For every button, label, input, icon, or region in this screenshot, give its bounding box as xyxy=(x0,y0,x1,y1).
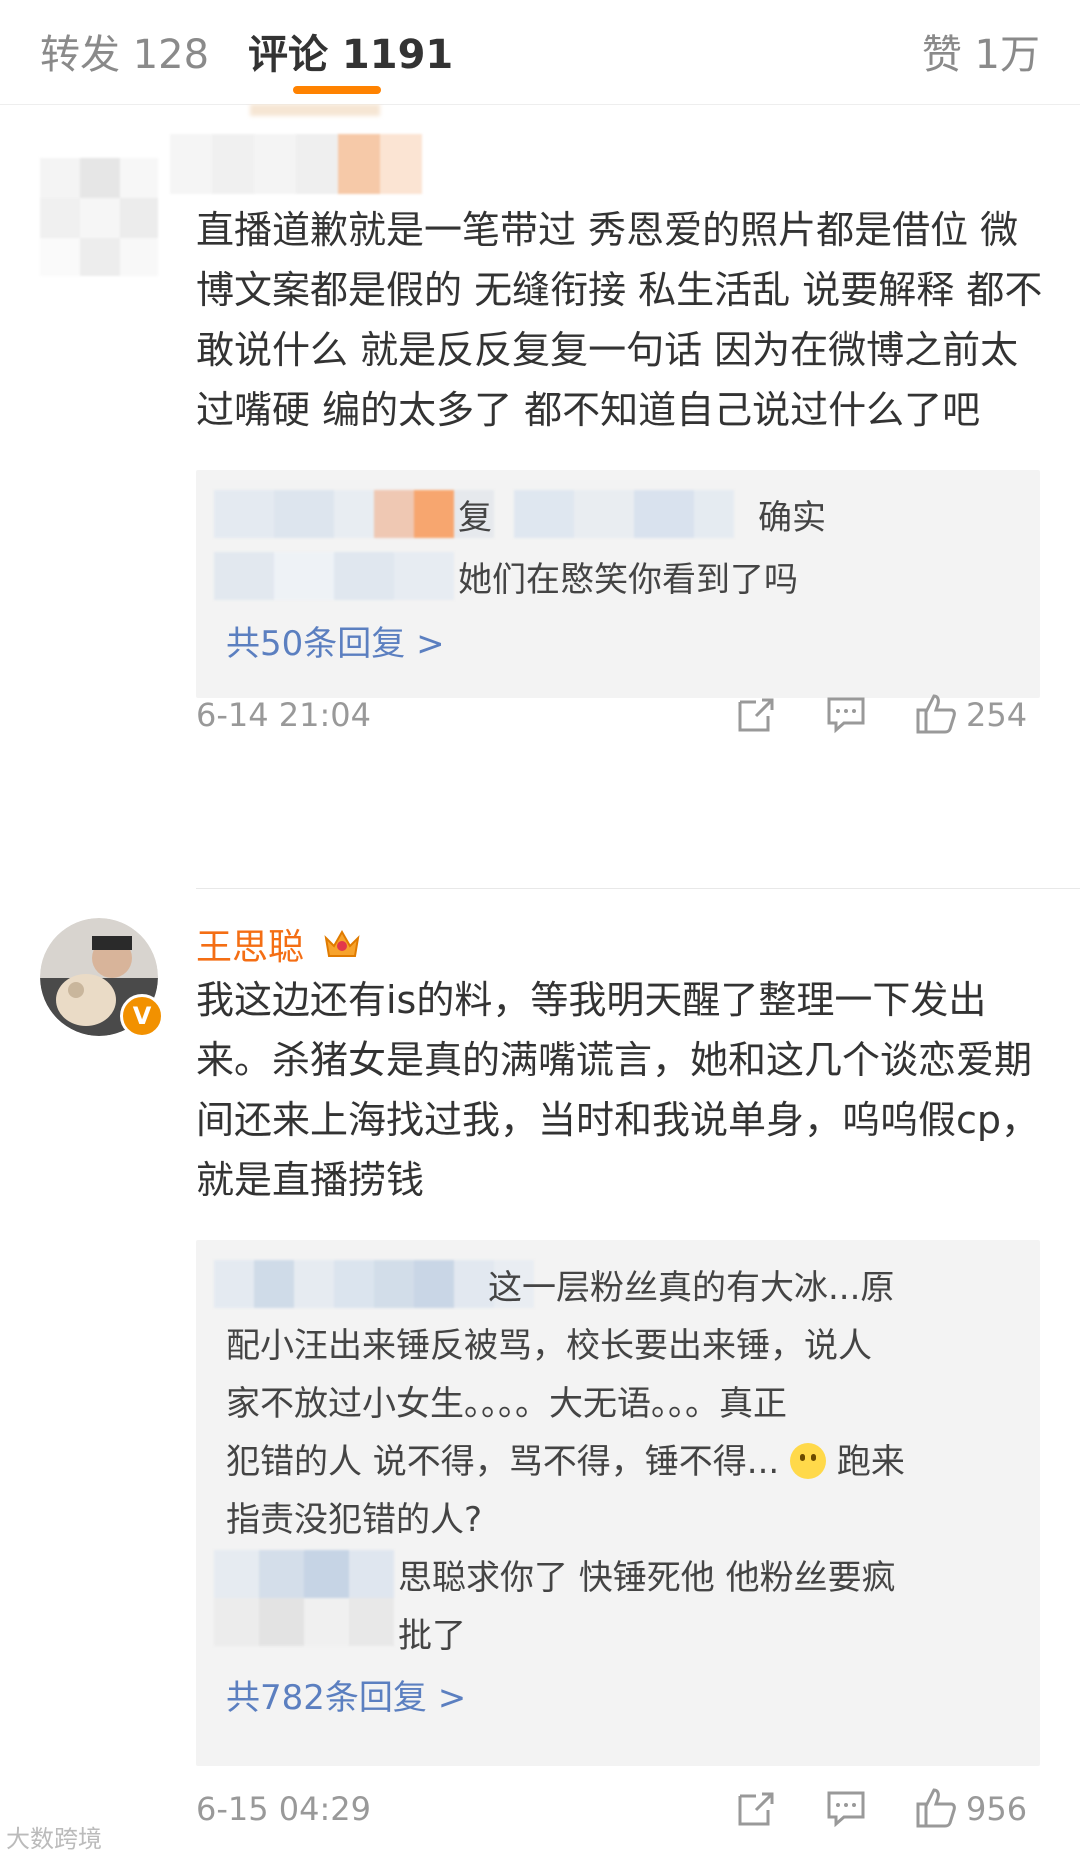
comment-time: 6-15 04:29 xyxy=(196,1790,372,1828)
reply-text: 她们在愍笑你看到了吗 xyxy=(458,560,798,600)
repost-icon[interactable] xyxy=(734,692,778,736)
blurred-fragment xyxy=(250,104,380,116)
reply-text: 确实 xyxy=(758,498,826,538)
reply-text: 批了 xyxy=(398,1616,466,1656)
reply-text: 指责没犯错的人? xyxy=(226,1500,483,1540)
crown-icon xyxy=(324,929,360,957)
comment-meta: 6-15 04:29 956 xyxy=(196,1786,1040,1836)
like-icon[interactable] xyxy=(914,1786,958,1830)
reply-text: 犯错的人 说不得，骂不得，锤不得... 跑来 xyxy=(226,1434,905,1483)
comment-meta: 6-14 21:04 254 xyxy=(196,692,1040,742)
reply-text-segment: 跑来 xyxy=(836,1442,905,1482)
username[interactable]: 王思聪 xyxy=(196,918,304,970)
reply-user-redacted xyxy=(214,1550,394,1646)
previous-item-fragment xyxy=(0,104,1080,122)
reply-text: 配小汪出来锤反被骂，校长要出来锤，说人 xyxy=(226,1326,872,1366)
comment-icon[interactable] xyxy=(824,692,868,736)
avatar[interactable] xyxy=(40,158,158,276)
reply-text-segment: 犯错的人 说不得，骂不得，锤不得... xyxy=(226,1442,780,1482)
verified-badge: V xyxy=(120,994,164,1038)
reply-preview-box[interactable]: 这一层粉丝真的有大冰...原 配小汪出来锤反被骂，校长要出来锤，说人 家不放过小… xyxy=(196,1240,1040,1766)
watermark: 大数跨境 xyxy=(6,1825,102,1853)
like-count: 956 xyxy=(966,1790,1028,1828)
reply-user-redacted xyxy=(214,552,454,600)
like-icon[interactable] xyxy=(914,692,958,736)
tab-likes[interactable]: 赞 1万 xyxy=(922,22,1040,80)
reply-preview-box[interactable]: 复 确实 她们在愍笑你看到了吗 共50条回复 > xyxy=(196,470,1040,698)
reply-text: 家不放过小女生。。。。大无语。。。真正 xyxy=(226,1384,787,1424)
like-count: 254 xyxy=(966,696,1028,734)
tab-repost[interactable]: 转发 128 xyxy=(40,22,209,80)
active-tab-indicator xyxy=(293,86,381,94)
tab-comments[interactable]: 评论 1191 xyxy=(248,22,453,80)
comment-text: 我这边还有is的料，等我明天醒了整理一下发出来。杀猪女是真的满嘴谎言，她和这几个… xyxy=(196,978,1040,1202)
reply-text: 这一层粉丝真的有大冰...原 xyxy=(488,1268,895,1308)
repost-icon[interactable] xyxy=(734,1786,778,1830)
reply-user-redacted xyxy=(214,1260,534,1308)
tab-bar: 转发 128 评论 1191 赞 1万 xyxy=(0,0,1080,105)
comment-time: 6-14 21:04 xyxy=(196,696,372,734)
smile-emoji-icon xyxy=(790,1443,827,1479)
reply-text: 复 xyxy=(458,498,492,538)
divider xyxy=(196,888,1080,889)
username-redacted[interactable] xyxy=(170,134,470,194)
comment-icon[interactable] xyxy=(824,1786,868,1830)
more-replies-link[interactable]: 共50条回复 > xyxy=(226,616,445,665)
comment-text: 直播道歉就是一笔带过 秀恩爱的照片都是借位 微博文案都是假的 无缝衔接 私生活乱… xyxy=(196,208,1043,432)
more-replies-link[interactable]: 共782条回复 > xyxy=(226,1670,466,1719)
reply-text: 思聪求你了 快锤死他 他粉丝要疯 xyxy=(398,1558,896,1598)
